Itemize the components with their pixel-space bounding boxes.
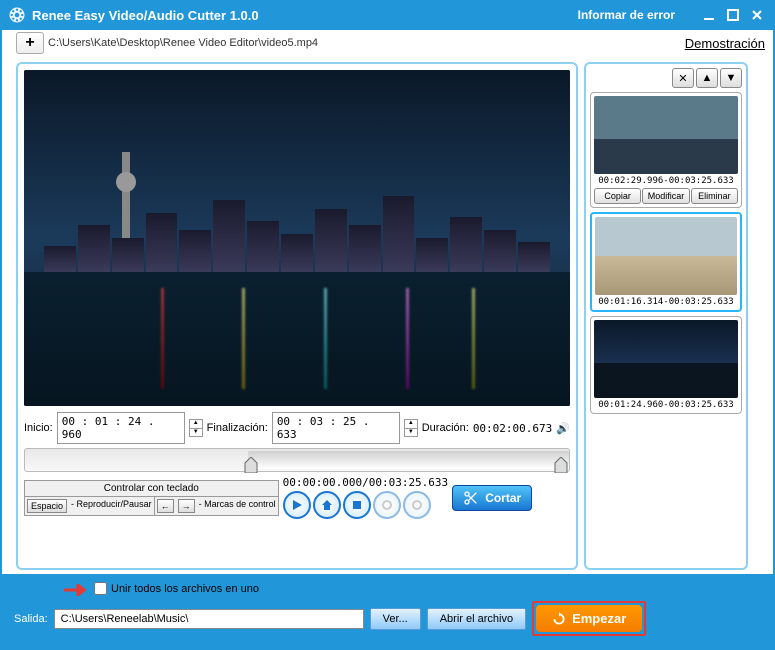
duration-value: 00:02:00.673	[473, 422, 552, 435]
join-files-checkbox[interactable]	[94, 582, 107, 595]
mark-in-button[interactable]	[373, 491, 401, 519]
clip-delete-button[interactable]: ✕	[672, 68, 694, 88]
stop-button[interactable]	[343, 491, 371, 519]
clip-delete-action-button[interactable]: Eliminar	[691, 188, 738, 204]
clip-item[interactable]: 00:01:16.314-00:03:25.633	[590, 212, 742, 312]
trim-slider[interactable]	[24, 448, 570, 472]
player-column: Inicio: 00 : 01 : 24 . 960 ▲▼ Finalizaci…	[16, 62, 578, 570]
start-button[interactable]: Empezar	[536, 605, 642, 632]
time-row: Inicio: 00 : 01 : 24 . 960 ▲▼ Finalizaci…	[24, 412, 570, 444]
join-files-label: Unir todos los archivos en uno	[111, 583, 259, 595]
clip-time: 00:01:16.314-00:03:25.633	[595, 297, 737, 307]
refresh-icon	[552, 612, 566, 626]
file-row: + C:\Users\Kate\Desktop\Renee Video Edit…	[2, 30, 773, 56]
home-button[interactable]	[313, 491, 341, 519]
file-path: C:\Users\Kate\Desktop\Renee Video Editor…	[48, 37, 685, 49]
red-arrow-icon	[64, 584, 90, 596]
app-title: Renee Easy Video/Audio Cutter 1.0.0	[32, 8, 578, 23]
duration-label: Duración:	[422, 422, 469, 434]
clip-thumbnail	[594, 320, 738, 398]
clip-copy-button[interactable]: Copiar	[594, 188, 641, 204]
maximize-button[interactable]	[723, 5, 743, 25]
start-highlight: Empezar	[532, 601, 646, 636]
clip-time: 00:02:29.996-00:03:25.633	[594, 176, 738, 186]
app-logo-icon	[8, 6, 26, 24]
key-space-label: - Reproducir/Pausar	[69, 497, 154, 515]
volume-icon[interactable]: 🔊	[556, 422, 570, 435]
clip-modify-button[interactable]: Modificar	[642, 188, 689, 204]
clip-move-up-button[interactable]: ▲	[696, 68, 718, 88]
end-time-label: Finalización:	[207, 422, 268, 434]
output-path-input[interactable]	[54, 609, 364, 629]
minimize-button[interactable]	[699, 5, 719, 25]
clip-time: 00:01:24.960-00:03:25.633	[594, 400, 738, 410]
trim-handle-start[interactable]	[243, 457, 259, 473]
clip-move-down-button[interactable]: ▼	[720, 68, 742, 88]
trim-handle-end[interactable]	[553, 457, 569, 473]
report-error-link[interactable]: Informar de error	[578, 8, 675, 22]
scissors-icon	[463, 490, 479, 506]
browse-button[interactable]: Ver...	[370, 608, 421, 630]
clip-thumbnail	[595, 217, 737, 295]
end-time-spinner[interactable]: ▲▼	[404, 419, 418, 437]
close-button[interactable]	[747, 5, 767, 25]
clip-item[interactable]: 00:02:29.996-00:03:25.633 Copiar Modific…	[590, 92, 742, 208]
clip-item[interactable]: 00:01:24.960-00:03:25.633	[590, 316, 742, 414]
start-time-label: Inicio:	[24, 422, 53, 434]
mark-out-button[interactable]	[403, 491, 431, 519]
keyboard-controls-row: Controlar con teclado Espacio - Reproduc…	[24, 476, 570, 519]
position-time: 00:00:00.000/00:03:25.633	[283, 476, 449, 489]
cut-button[interactable]: Cortar	[452, 485, 532, 511]
play-button[interactable]	[283, 491, 311, 519]
add-file-button[interactable]: +	[16, 32, 44, 54]
key-arrows-label: - Marcas de control	[197, 497, 278, 515]
video-preview[interactable]	[24, 70, 570, 406]
demo-link[interactable]: Demostración	[685, 36, 765, 51]
key-left-icon: ←	[157, 499, 174, 513]
open-file-button[interactable]: Abrir el archivo	[427, 608, 526, 630]
end-time-input[interactable]: 00 : 03 : 25 . 633	[272, 412, 400, 444]
bottom-bar: Unir todos los archivos en uno Salida: V…	[0, 574, 775, 646]
key-right-icon: →	[178, 499, 195, 513]
main-area: Inicio: 00 : 01 : 24 . 960 ▲▼ Finalizaci…	[2, 56, 773, 574]
titlebar: Renee Easy Video/Audio Cutter 1.0.0 Info…	[0, 0, 775, 30]
start-time-spinner[interactable]: ▲▼	[189, 419, 203, 437]
start-time-input[interactable]: 00 : 01 : 24 . 960	[57, 412, 185, 444]
keyboard-header: Controlar con teclado	[25, 481, 278, 496]
clip-thumbnail	[594, 96, 738, 174]
join-row: Unir todos los archivos en uno	[94, 582, 761, 595]
keyboard-panel: Controlar con teclado Espacio - Reproduc…	[24, 480, 279, 516]
player-frame: Inicio: 00 : 01 : 24 . 960 ▲▼ Finalizaci…	[16, 62, 578, 570]
output-row: Salida: Ver... Abrir el archivo Empezar	[14, 601, 761, 636]
key-space: Espacio	[27, 499, 67, 513]
clips-panel: ✕ ▲ ▼ 00:02:29.996-00:03:25.633 Copiar M…	[584, 62, 748, 570]
output-label: Salida:	[14, 613, 48, 625]
